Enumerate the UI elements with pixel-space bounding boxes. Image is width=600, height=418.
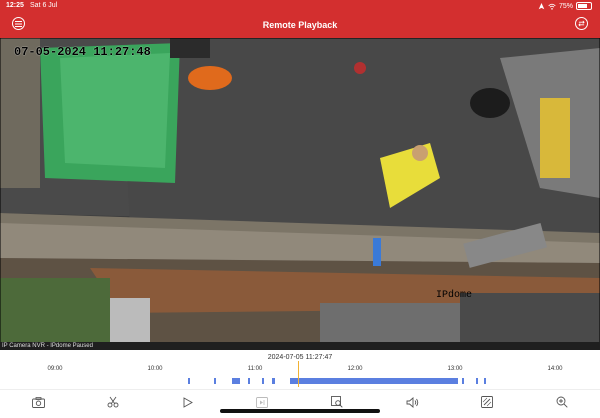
play-icon xyxy=(183,396,193,408)
swap-icon xyxy=(578,20,585,27)
play-button[interactable] xyxy=(181,395,195,409)
playback-status: IP Camera NVR - IPdome Paused xyxy=(0,342,600,350)
frame-step-button[interactable] xyxy=(255,395,269,409)
zoom-image-icon xyxy=(331,396,343,408)
audio-button[interactable] xyxy=(405,395,419,409)
camera-scene xyxy=(0,38,600,344)
timeline-hour: 10:00 xyxy=(147,366,163,372)
osd-timestamp: 07-05-2024 11:27:48 xyxy=(14,45,151,59)
frame-step-icon xyxy=(256,396,268,408)
timeline-cursor[interactable] xyxy=(298,361,299,387)
clip-button[interactable] xyxy=(106,395,120,409)
current-playback-time: 2024-07-05 11:27:47 xyxy=(267,354,333,361)
recording-track[interactable] xyxy=(0,377,600,385)
bottom-toolbar xyxy=(0,389,600,418)
status-indicators: 75% xyxy=(538,2,592,10)
volume-icon xyxy=(406,396,418,408)
status-date: Sat 6 Jul xyxy=(30,2,58,9)
scissors-icon xyxy=(107,396,119,408)
snapshot-button[interactable] xyxy=(31,395,45,409)
timeline-hour: 13:00 xyxy=(447,366,463,372)
zoom-in-icon xyxy=(556,396,568,408)
home-indicator[interactable] xyxy=(220,409,380,413)
battery-icon xyxy=(576,2,592,10)
digital-zoom-button[interactable] xyxy=(330,395,344,409)
battery-percent: 75% xyxy=(558,2,573,10)
video-feed[interactable] xyxy=(0,38,600,344)
timeline-hour: 12:00 xyxy=(347,366,363,372)
edit-button[interactable] xyxy=(480,395,494,409)
timeline-hour: 09:00 xyxy=(47,366,63,372)
status-time: 12:25 xyxy=(6,2,24,9)
timeline-hour: 14:00 xyxy=(547,366,563,372)
app-header: 12:25 Sat 6 Jul 75% Remote Playback xyxy=(0,0,600,38)
zoom-in-button[interactable] xyxy=(555,395,569,409)
location-icon xyxy=(538,2,545,9)
edit-icon xyxy=(481,396,493,408)
timeline-hour: 11:00 xyxy=(247,366,263,372)
settings-button[interactable] xyxy=(575,17,588,30)
camera-name: IPdome xyxy=(436,290,473,301)
page-title: Remote Playback xyxy=(262,20,338,30)
camera-icon xyxy=(31,396,45,408)
wifi-icon xyxy=(548,3,556,10)
